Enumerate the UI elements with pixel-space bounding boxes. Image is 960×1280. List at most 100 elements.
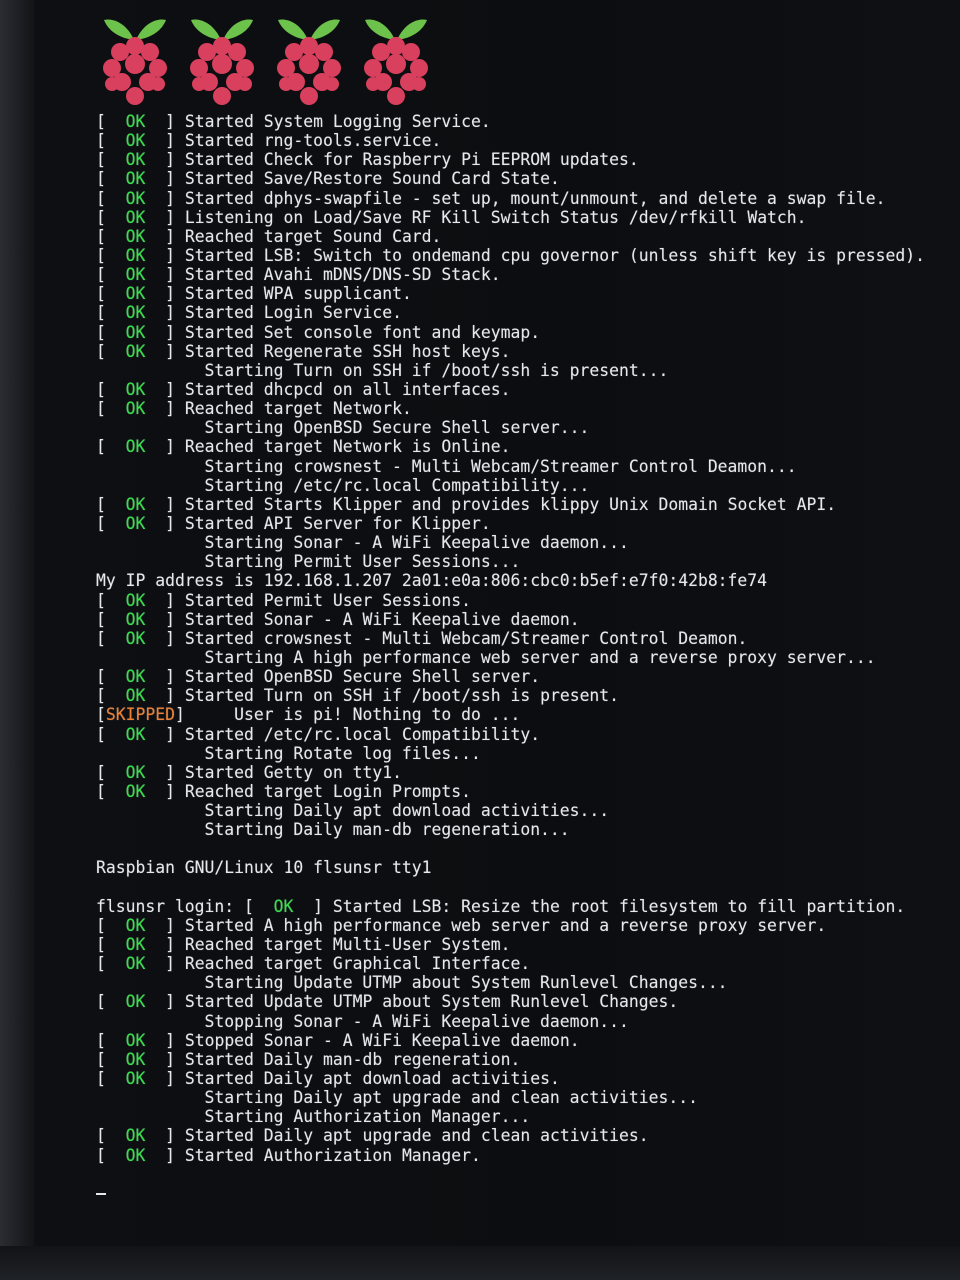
console-message: Started Turn on SSH if /boot/ssh is pres… (184, 686, 620, 706)
status-bracket: ] (145, 169, 185, 189)
console-line: Stopping Sonar - A WiFi Keepalive daemon… (96, 1012, 946, 1031)
console-line: [ OK ] Started API Server for Klipper. (96, 514, 946, 533)
console-message: Starting Authorization Manager... (96, 1107, 531, 1127)
console-line: [ OK ] Started Check for Raspberry Pi EE… (96, 150, 946, 169)
status-bracket: ] (145, 226, 185, 246)
status-ok: OK (125, 686, 146, 706)
status-ok: OK (125, 322, 146, 342)
console-message: Stopping Sonar - A WiFi Keepalive daemon… (96, 1011, 629, 1031)
console-line: Starting OpenBSD Secure Shell server... (96, 418, 946, 437)
console-message: Raspbian GNU/Linux 10 flsunsr tty1 (96, 858, 432, 878)
status-bracket: [ (96, 303, 126, 323)
console-message: Stopped Sonar - A WiFi Keepalive daemon. (184, 1030, 580, 1050)
console-message: Reached target Graphical Interface. (184, 954, 531, 974)
status-bracket: [ (96, 954, 126, 974)
status-bracket: [ (96, 265, 126, 285)
console-message: Started Daily apt upgrade and clean acti… (184, 1126, 649, 1146)
status-bracket: [ (96, 494, 126, 514)
status-bracket: ] (145, 188, 185, 208)
console-message: My IP address is 192.168.1.207 2a01:e0a:… (96, 571, 768, 591)
status-bracket: ] (145, 379, 185, 399)
console-line: [ OK ] Started Authorization Manager. (96, 1146, 946, 1165)
status-ok: OK (125, 379, 146, 399)
status-bracket: [ (96, 284, 126, 304)
console-message: Started Daily man-db regeneration. (184, 1049, 521, 1069)
console-line: [ OK ] Started rng-tools.service. (96, 131, 946, 150)
console-line: Starting crowsnest - Multi Webcam/Stream… (96, 457, 946, 476)
console-message: Started API Server for Klipper. (184, 513, 491, 533)
raspberry-logo-icon (274, 12, 344, 112)
status-ok: OK (125, 245, 146, 265)
console-line: Starting Authorization Manager... (96, 1107, 946, 1126)
status-bracket: [ (96, 513, 126, 533)
status-bracket: [ (96, 781, 126, 801)
monitor-bezel-left (0, 0, 34, 1280)
status-bracket: [ (96, 762, 126, 782)
console-message: Reached target Multi-User System. (184, 935, 511, 955)
console-line: My IP address is 192.168.1.207 2a01:e0a:… (96, 571, 946, 590)
boot-console[interactable]: [ OK ] Started System Logging Service.[ … (96, 112, 946, 1203)
status-bracket: [ (96, 1145, 126, 1165)
console-line: Starting A high performance web server a… (96, 648, 946, 667)
status-ok: OK (125, 762, 146, 782)
status-bracket: [ (96, 379, 126, 399)
status-bracket: ] (293, 896, 333, 916)
console-line: Raspbian GNU/Linux 10 flsunsr tty1 (96, 858, 946, 877)
console-line: [ OK ] Started WPA supplicant. (96, 284, 946, 303)
console-message: Started System Logging Service. (184, 112, 491, 131)
console-message: Started rng-tools.service. (184, 131, 442, 151)
status-ok: OK (273, 896, 294, 916)
console-message: Reached target Login Prompts. (184, 781, 472, 801)
status-bracket: [ (96, 667, 126, 687)
text-cursor[interactable] (96, 1193, 106, 1196)
console-message: Started Avahi mDNS/DNS-SD Stack. (184, 265, 501, 285)
status-bracket: ] (145, 609, 185, 629)
console-line (96, 1184, 946, 1203)
status-ok: OK (125, 935, 146, 955)
status-bracket: [ (96, 226, 126, 246)
status-bracket: [ (96, 1030, 126, 1050)
console-message: Started Check for Raspberry Pi EEPROM up… (184, 150, 639, 170)
status-ok: OK (125, 1126, 146, 1146)
status-bracket: ] (145, 150, 185, 170)
status-bracket: ] (145, 284, 185, 304)
console-line: [ OK ] Started dphys-swapfile - set up, … (96, 189, 946, 208)
console-message: Starting Daily apt upgrade and clean act… (96, 1088, 698, 1108)
console-message: Reached target Sound Card. (184, 226, 442, 246)
status-bracket: ] (145, 303, 185, 323)
status-bracket: ] (145, 399, 185, 419)
console-line: [ OK ] Started Regenerate SSH host keys. (96, 342, 946, 361)
status-ok: OK (125, 399, 146, 419)
console-line: [ OK ] Listening on Load/Save RF Kill Sw… (96, 208, 946, 227)
console-message: Started LSB: Resize the root filesystem … (332, 896, 906, 916)
status-bracket: ] (145, 686, 185, 706)
status-bracket: [ (96, 322, 126, 342)
status-bracket: [ (96, 992, 126, 1012)
console-line: flsunsr login: [ OK ] Started LSB: Resiz… (96, 897, 946, 916)
console-line: [ OK ] Started crowsnest - Multi Webcam/… (96, 629, 946, 648)
console-message: Started Authorization Manager. (184, 1145, 481, 1165)
console-line (96, 1165, 946, 1184)
status-bracket: ] (145, 131, 185, 151)
console-message: Started Permit User Sessions. (184, 590, 472, 610)
status-bracket: [ (96, 724, 126, 744)
status-ok: OK (125, 781, 146, 801)
console-line: Starting Daily apt upgrade and clean act… (96, 1088, 946, 1107)
status-bracket: ] (145, 513, 185, 533)
console-message: Starting Sonar - A WiFi Keepalive daemon… (96, 533, 629, 553)
console-line: Starting Turn on SSH if /boot/ssh is pre… (96, 361, 946, 380)
console-line: Starting /etc/rc.local Compatibility... (96, 476, 946, 495)
console-message: Started Login Service. (184, 303, 402, 323)
console-line: Starting Sonar - A WiFi Keepalive daemon… (96, 533, 946, 552)
console-line: [ OK ] Started Update UTMP about System … (96, 992, 946, 1011)
status-bracket: [ (96, 935, 126, 955)
raspberry-logo-icon (361, 12, 431, 112)
console-line: [ OK ] Started /etc/rc.local Compatibili… (96, 725, 946, 744)
console-message: Started LSB: Switch to ondemand cpu gove… (184, 245, 925, 265)
status-bracket: [ (96, 1126, 126, 1146)
console-line: Starting Permit User Sessions... (96, 552, 946, 571)
console-line: [ OK ] Started System Logging Service. (96, 112, 946, 131)
console-message: Starting Permit User Sessions... (96, 552, 521, 572)
console-line: [ OK ] Reached target Login Prompts. (96, 782, 946, 801)
